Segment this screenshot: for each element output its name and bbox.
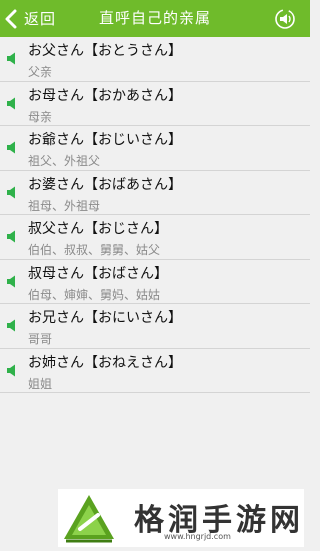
meaning-text: 母亲 xyxy=(28,109,53,124)
speaker-play-icon[interactable] xyxy=(274,8,296,30)
list-item[interactable]: お母さん【おかあさん】 母亲 xyxy=(0,82,310,126)
word-text: お父さん【おとうさん】 xyxy=(28,43,182,59)
meaning-text: 伯母、婶婶、舅妈、姑姑 xyxy=(28,287,161,302)
word-text: お爺さん【おじいさん】 xyxy=(28,132,182,148)
page-title: 直呼自己的亲属 xyxy=(98,9,211,27)
watermark: 格润手游网 www.hngrjd.com xyxy=(58,489,304,547)
word-text: お婆さん【おばあさん】 xyxy=(28,176,182,193)
word-text: 叔母さん【おばさん】 xyxy=(28,265,168,282)
speaker-icon[interactable] xyxy=(6,141,19,154)
list-item[interactable]: お父さん【おとうさん】 父亲 xyxy=(0,37,310,82)
list-item[interactable]: 叔父さん【おじさん】 伯伯、叔叔、舅舅、姑父 xyxy=(0,215,310,260)
meaning-text: 伯伯、叔叔、舅舅、姑父 xyxy=(28,243,161,257)
list-item[interactable]: お婆さん【おばあさん】 祖母、外祖母 xyxy=(0,171,310,215)
meaning-text: 哥哥 xyxy=(28,332,53,346)
word-text: お兄さん【おにいさん】 xyxy=(28,310,182,326)
speaker-icon[interactable] xyxy=(6,52,19,65)
app-header: 返回 直呼自己的亲属 xyxy=(0,0,310,37)
speaker-icon[interactable] xyxy=(6,97,19,110)
meaning-text: 父亲 xyxy=(28,65,53,79)
list-item[interactable]: お姉さん【おねえさん】 姐姐 xyxy=(0,349,310,393)
list-item[interactable]: 叔母さん【おばさん】 伯母、婶婶、舅妈、姑姑 xyxy=(0,260,310,304)
speaker-icon[interactable] xyxy=(6,319,19,332)
meaning-text: 祖父、外祖父 xyxy=(28,154,101,168)
speaker-icon[interactable] xyxy=(6,275,19,288)
list-item[interactable]: お兄さん【おにいさん】 哥哥 xyxy=(0,304,310,349)
word-list: お父さん【おとうさん】 父亲 お母さん【おかあさん】 母亲 お爺さん【おじいさん】 祖父、… xyxy=(0,37,310,393)
speaker-icon[interactable] xyxy=(6,186,19,199)
word-text: お姉さん【おねえさん】 xyxy=(28,354,182,371)
word-text: 叔父さん【おじさん】 xyxy=(28,221,168,237)
logo-icon xyxy=(64,495,114,543)
speaker-icon[interactable] xyxy=(6,230,19,243)
word-text: お母さん【おかあさん】 xyxy=(28,87,182,104)
meaning-text: 姐姐 xyxy=(28,376,53,391)
list-item[interactable]: お爺さん【おじいさん】 祖父、外祖父 xyxy=(0,126,310,171)
watermark-url: www.hngrjd.com xyxy=(164,532,231,541)
speaker-icon[interactable] xyxy=(6,364,19,377)
meaning-text: 祖母、外祖母 xyxy=(28,198,101,213)
